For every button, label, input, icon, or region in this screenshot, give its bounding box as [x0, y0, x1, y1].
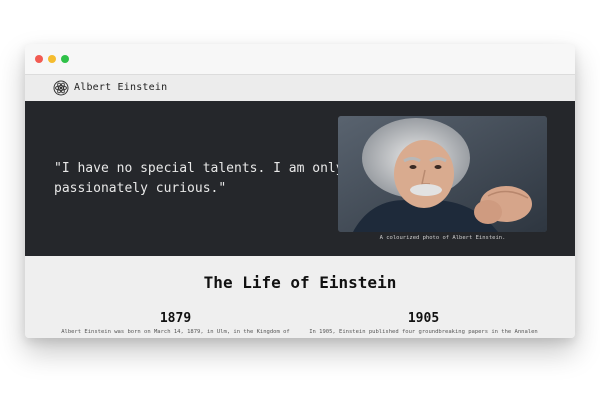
timeline-year: 1879 [159, 311, 192, 326]
hero-quote: "I have no special talents. I am only pa… [54, 161, 344, 196]
timeline-year: 1905 [407, 311, 440, 326]
timeline-text: Albert Einstein was born on March 14, 18… [61, 329, 290, 335]
atom-icon[interactable] [53, 80, 69, 96]
photo-caption: A colourized photo of Albert Einstein. [379, 235, 506, 241]
einstein-photo [338, 116, 547, 232]
maximize-window-button[interactable] [61, 55, 69, 63]
hero-section: "I have no special talents. I am only pa… [25, 101, 575, 256]
timeline-section: The Life of Einstein 1879 Albert Einstei… [25, 256, 575, 338]
section-title: The Life of Einstein [203, 273, 397, 292]
timeline-text: In 1905, Einstein published four groundb… [309, 329, 538, 335]
close-window-button[interactable] [35, 55, 43, 63]
minimize-window-button[interactable] [48, 55, 56, 63]
site-title[interactable]: Albert Einstein [74, 82, 167, 93]
browser-window: Albert Einstein "I have no special talen… [25, 44, 575, 338]
navbar: Albert Einstein [25, 74, 575, 101]
window-titlebar [25, 44, 575, 74]
